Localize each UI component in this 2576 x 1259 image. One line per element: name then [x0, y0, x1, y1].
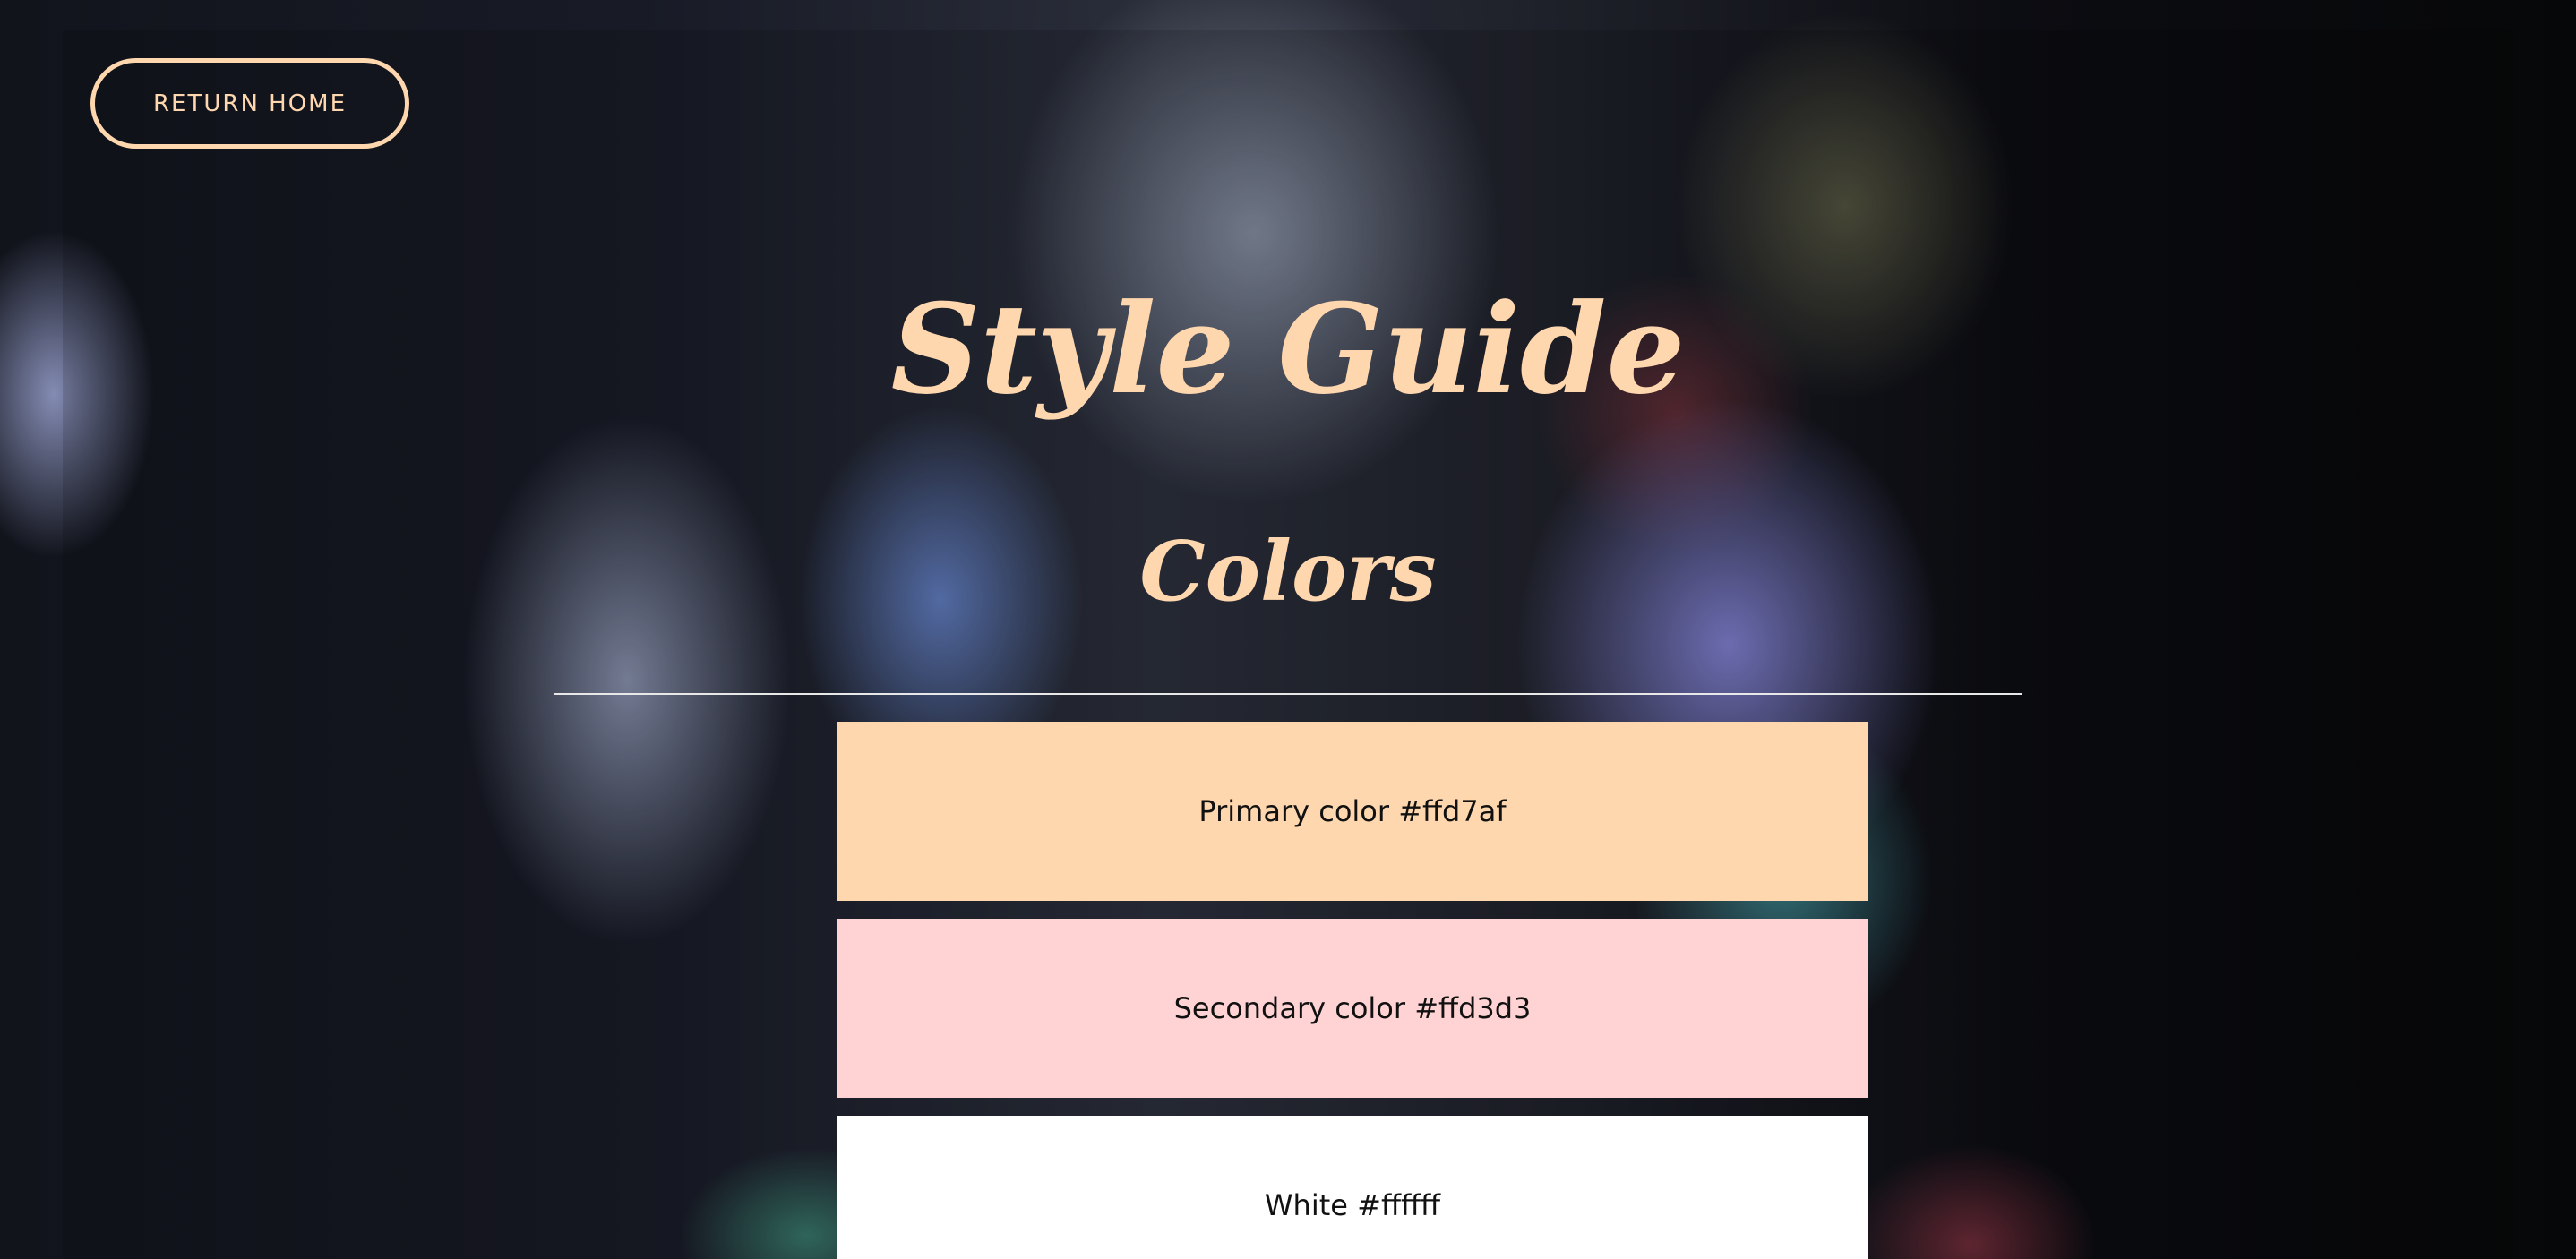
- section-divider: [554, 693, 2022, 695]
- color-swatch-list: Primary color #ffd7af Secondary color #f…: [837, 722, 1868, 1259]
- swatch-label: White #ffffff: [1264, 1188, 1441, 1222]
- section-title-colors: Colors: [1139, 523, 1437, 620]
- return-home-button[interactable]: RETURN HOME: [90, 58, 409, 149]
- color-swatch-primary: Primary color #ffd7af: [837, 722, 1868, 901]
- swatch-label: Primary color #ffd7af: [1198, 794, 1507, 828]
- page-title: Style Guide: [890, 276, 1686, 422]
- color-swatch-secondary: Secondary color #ffd3d3: [837, 919, 1868, 1098]
- color-swatch-white: White #ffffff: [837, 1116, 1868, 1259]
- swatch-label: Secondary color #ffd3d3: [1173, 991, 1532, 1025]
